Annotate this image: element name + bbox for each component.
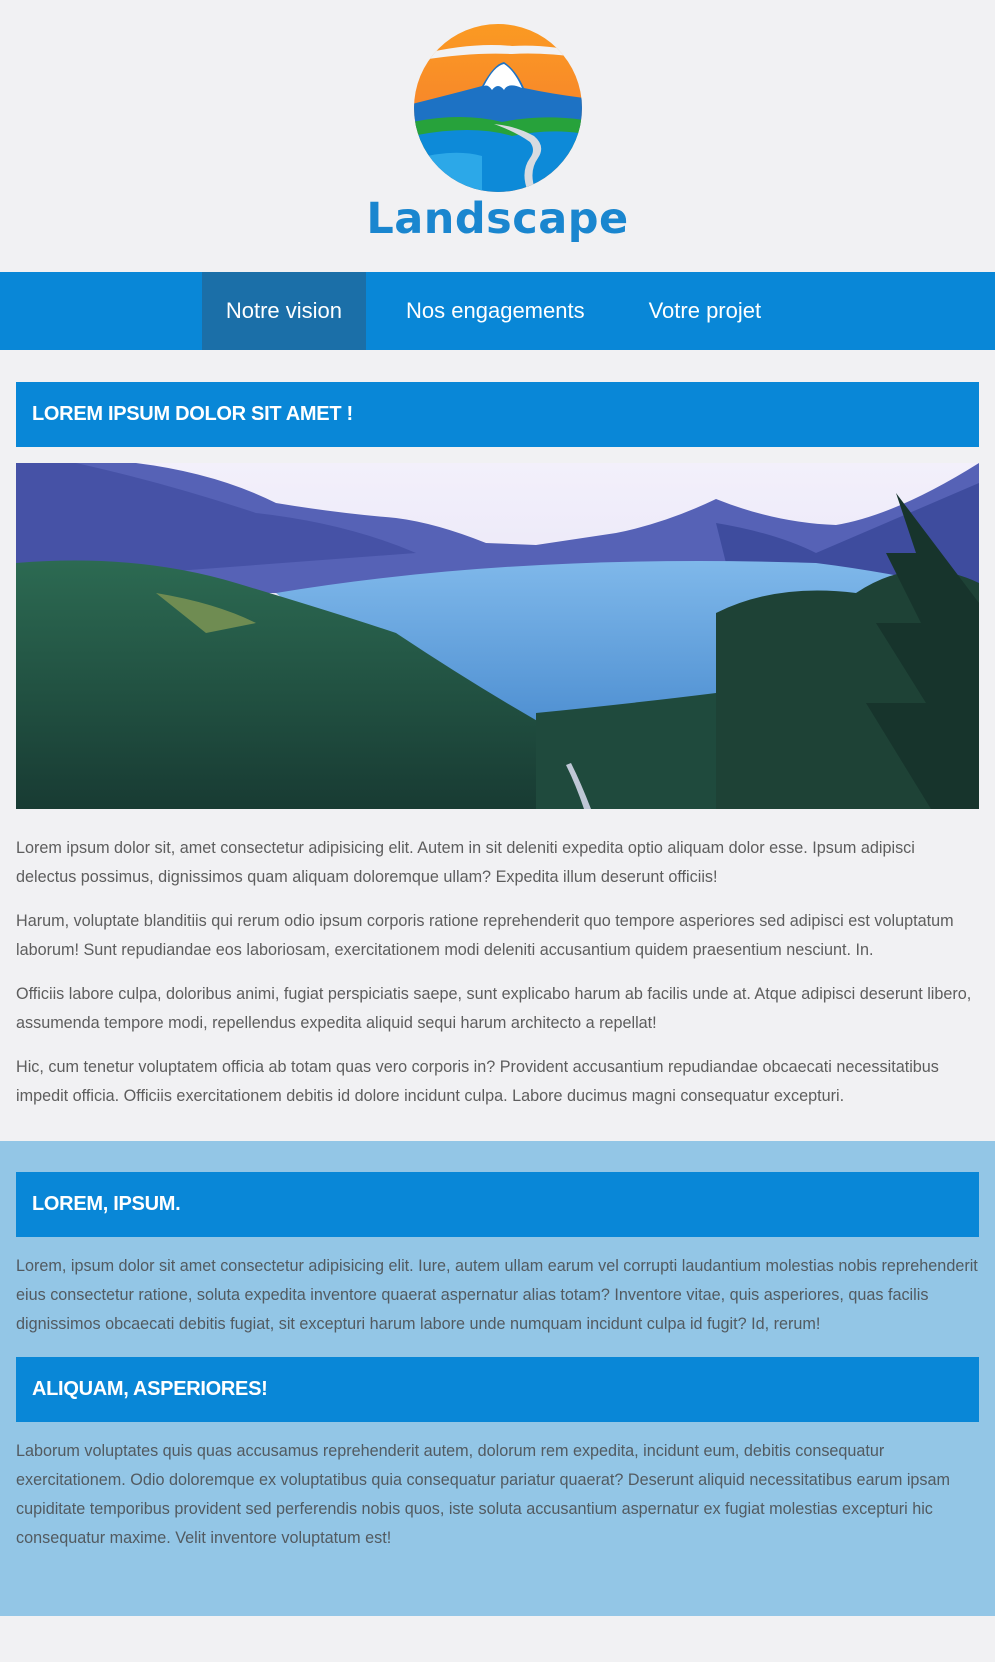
paragraph: Lorem, ipsum dolor sit amet consectetur … bbox=[16, 1257, 978, 1333]
section-heading: LOREM IPSUM DOLOR SIT AMET ! bbox=[16, 382, 979, 447]
main-navigation: Notre vision Nos engagements Votre proje… bbox=[0, 272, 995, 350]
secondary-content-section: LOREM, IPSUM. Lorem, ipsum dolor sit ame… bbox=[0, 1141, 995, 1616]
section-heading: LOREM, IPSUM. bbox=[16, 1172, 979, 1237]
site-header: Landscape bbox=[0, 0, 995, 272]
paragraph: Laborum voluptates quis quas accusamus r… bbox=[16, 1442, 951, 1547]
nav-item-votre-projet[interactable]: Votre projet bbox=[625, 272, 786, 350]
nav-item-nos-engagements[interactable]: Nos engagements bbox=[382, 272, 609, 350]
paragraph: Officiis labore culpa, doloribus animi, … bbox=[16, 985, 972, 1032]
paragraph: Lorem ipsum dolor sit, amet consectetur … bbox=[16, 839, 915, 886]
paragraph: Harum, voluptate blanditiis qui rerum od… bbox=[16, 912, 954, 959]
section-heading: ALIQUAM, ASPERIORES! bbox=[16, 1357, 979, 1422]
nav-item-notre-vision[interactable]: Notre vision bbox=[201, 272, 367, 350]
brand-name: Landscape bbox=[366, 194, 629, 244]
paragraph: Hic, cum tenetur voluptatem officia ab t… bbox=[16, 1058, 939, 1105]
landscape-logo-icon[interactable] bbox=[412, 24, 584, 192]
landscape-hero-image bbox=[16, 463, 979, 809]
main-content-section: LOREM IPSUM DOLOR SIT AMET ! Lorem ipsum… bbox=[0, 350, 995, 1141]
